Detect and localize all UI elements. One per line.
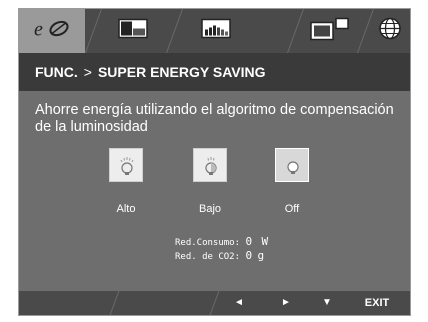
- option-off-label: Off: [284, 203, 300, 215]
- consumption-readout: Red.Consumo: 0 W: [175, 235, 268, 248]
- bulb-off-icon: [287, 161, 299, 174]
- eco-icon: e: [33, 18, 71, 45]
- title-section: FUNC.: [35, 64, 78, 80]
- osd-menu: e FUNC. > SUPER ENERGY SAVING Ahorre ene…: [18, 8, 411, 316]
- svg-text:e: e: [34, 19, 43, 40]
- tab-super-energy-saving[interactable]: e: [19, 9, 85, 53]
- bulb-low-icon: [205, 157, 217, 175]
- bulb-high-icon: [120, 157, 134, 175]
- menu-tab-bar: e: [19, 9, 410, 53]
- tab-display[interactable]: [297, 9, 363, 53]
- consumption-label: Red.Consumo:: [175, 238, 241, 248]
- option-alto-button[interactable]: [109, 148, 143, 182]
- right-arrow-button[interactable]: ►: [274, 291, 298, 315]
- co2-label: Red. de CO2:: [175, 252, 241, 262]
- title-separator: >: [83, 64, 92, 80]
- option-off-button[interactable]: [275, 148, 309, 182]
- menu-title-bar: FUNC. > SUPER ENERGY SAVING: [19, 53, 410, 91]
- picture-icon: [118, 18, 148, 44]
- title-current: SUPER ENERGY SAVING: [97, 64, 266, 80]
- option-bajo-button[interactable]: [193, 148, 227, 182]
- exit-button[interactable]: EXIT: [357, 291, 397, 315]
- option-alto-label: Alto: [116, 203, 136, 215]
- consumption-value: 0: [245, 235, 253, 248]
- tab-language[interactable]: [367, 9, 410, 53]
- left-arrow-button[interactable]: ◄: [227, 291, 251, 315]
- co2-unit: g: [257, 249, 265, 262]
- description-text: Ahorre energía utilizando el algoritmo d…: [35, 102, 394, 135]
- menu-footer: ◄ ► ▼ EXIT: [19, 291, 410, 315]
- display-icon: [310, 17, 350, 46]
- co2-value: 0: [245, 249, 253, 262]
- down-arrow-button[interactable]: ▼: [315, 291, 339, 315]
- color-bars-icon: [201, 18, 231, 44]
- consumption-unit: W: [261, 235, 269, 248]
- option-bajo-label: Bajo: [198, 203, 222, 215]
- globe-icon: [378, 17, 402, 46]
- tab-picture[interactable]: [95, 9, 171, 53]
- tab-color[interactable]: [176, 9, 256, 53]
- co2-readout: Red. de CO2: 0 g: [175, 249, 264, 262]
